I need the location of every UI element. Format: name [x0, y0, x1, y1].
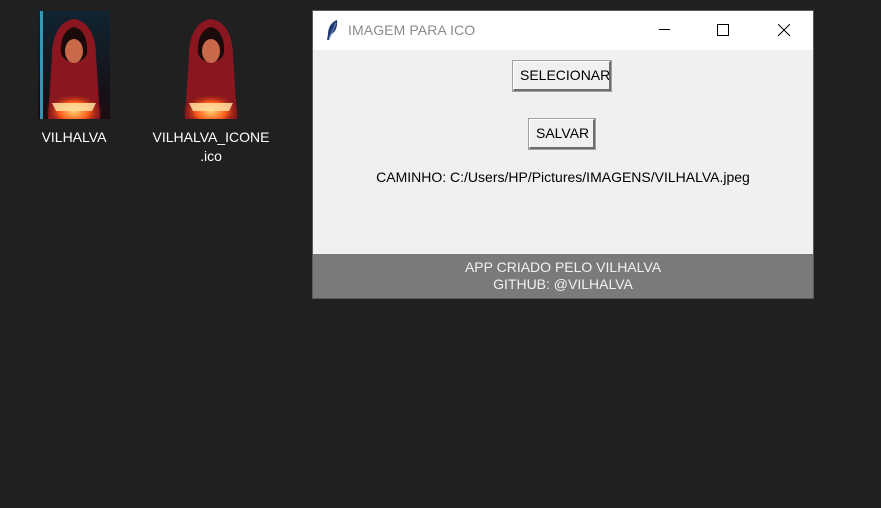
feather-icon: [325, 19, 341, 41]
window-client-area: SELECIONAR SALVAR CAMINHO: C:/Users/HP/P…: [313, 50, 813, 254]
credits-line: APP CRIADO PELO VILHALVA: [464, 259, 662, 275]
maximize-button[interactable]: [694, 11, 752, 50]
file-path-label: CAMINHO: C:/Users/HP/Pictures/IMAGENS/VI…: [376, 169, 750, 185]
maximize-icon: [717, 24, 729, 36]
desktop: VILHALVA VILHALVA_ICONE .ico IMAGEM PARA…: [0, 0, 881, 508]
save-button[interactable]: SALVAR: [528, 118, 596, 150]
desktop-icon-vilhalva-icone[interactable]: VILHALVA_ICONE .ico: [151, 11, 271, 166]
desktop-icon-vilhalva[interactable]: VILHALVA: [14, 11, 134, 147]
minimize-icon: [659, 29, 670, 30]
desktop-icon-label: VILHALVA_ICONE: [152, 129, 270, 145]
hooded-figure-image-icon: [38, 11, 110, 119]
window-titlebar[interactable]: IMAGEM PARA ICO: [313, 11, 813, 50]
close-button[interactable]: [755, 11, 813, 50]
app-window: IMAGEM PARA ICO SELECIONAR SALVAR CAMINH…: [313, 11, 813, 298]
desktop-icon-label: VILHALVA: [41, 129, 107, 145]
close-icon: [778, 24, 790, 36]
minimize-button[interactable]: [636, 11, 694, 50]
select-button[interactable]: SELECIONAR: [512, 60, 612, 92]
desktop-icon-label-extension: .ico: [200, 148, 222, 164]
hooded-figure-ico-icon: [175, 11, 247, 119]
window-title: IMAGEM PARA ICO: [348, 22, 476, 38]
credits-footer: APP CRIADO PELO VILHALVA GITHUB: @VILHAL…: [313, 254, 813, 298]
github-line: GITHUB: @VILHALVA: [493, 276, 633, 292]
